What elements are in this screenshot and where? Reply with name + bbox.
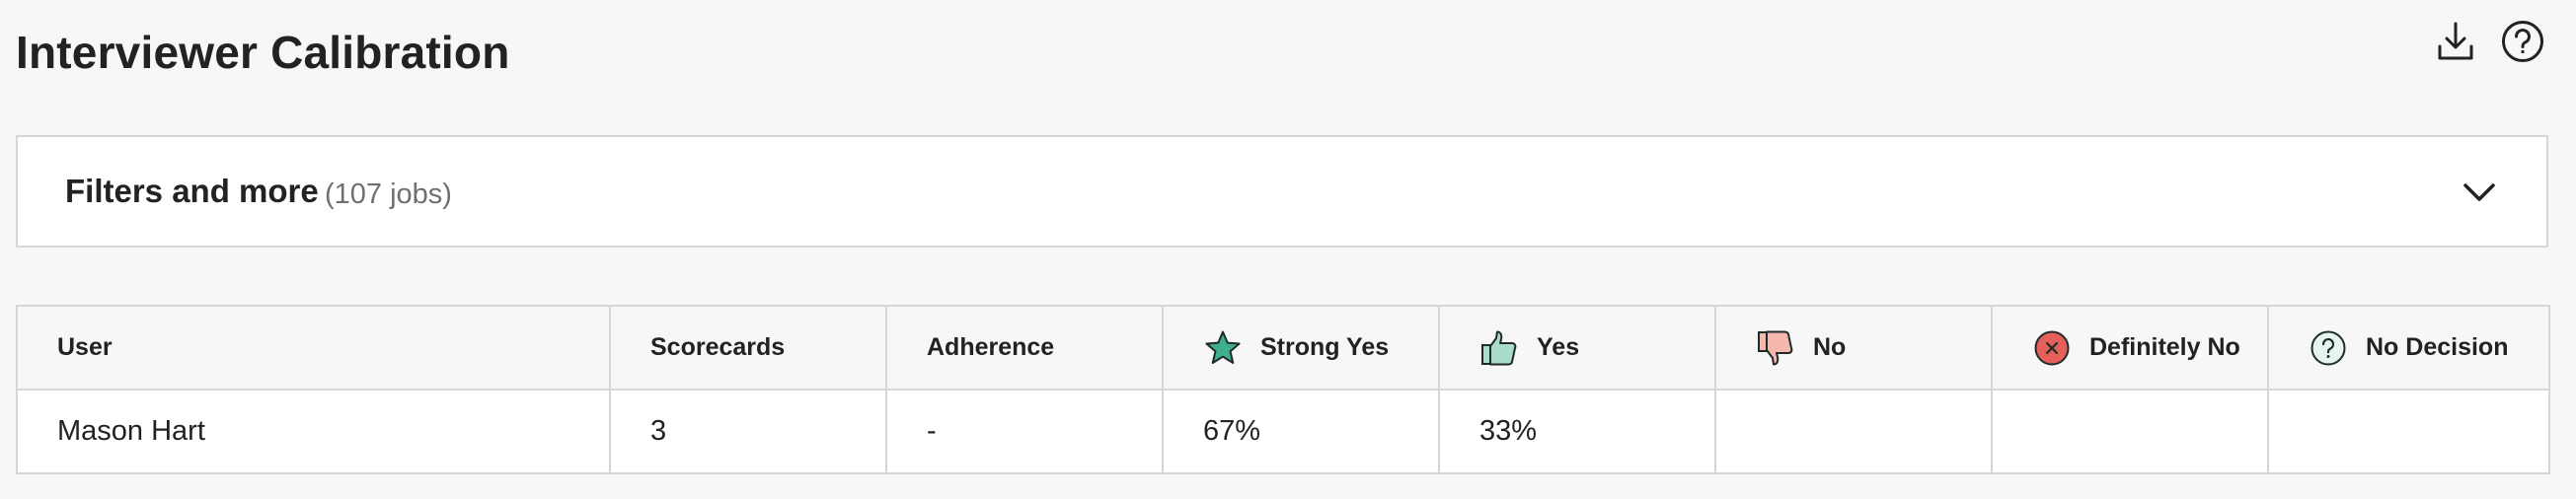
column-header-yes[interactable]: Yes	[1439, 307, 1716, 391]
chevron-down-icon[interactable]	[2460, 173, 2499, 212]
thumbs-down-icon	[1756, 328, 1795, 368]
cell-adherence: -	[886, 390, 1164, 472]
cell-yes: 33%	[1439, 390, 1716, 472]
column-header-label: Strong Yes	[1260, 333, 1390, 361]
column-header-label: Definitely No	[2089, 333, 2240, 361]
column-header-user[interactable]: User	[18, 307, 611, 391]
column-header-label: Scorecards	[650, 333, 786, 361]
column-header-label: User	[57, 333, 113, 361]
cell-no	[1715, 390, 1993, 472]
x-circle-icon	[2032, 328, 2072, 368]
table-header-row: User Scorecards Adherence Strong Yes Yes…	[18, 307, 2548, 391]
cell-definitely-no	[1992, 390, 2269, 472]
column-header-label: Adherence	[927, 333, 1055, 361]
filters-panel[interactable]: Filters and more (107 jobs)	[16, 135, 2548, 248]
thumbs-up-icon	[1479, 328, 1519, 368]
filters-job-count: (107 jobs)	[325, 178, 452, 210]
help-icon[interactable]	[2501, 20, 2544, 63]
column-header-label: No	[1813, 333, 1847, 361]
header-actions	[2434, 20, 2544, 63]
cell-strong-yes: 67%	[1163, 390, 1440, 472]
column-header-scorecards[interactable]: Scorecards	[610, 307, 887, 391]
column-header-label: No Decision	[2366, 333, 2509, 361]
table-row: Mason Hart 3 - 67% 33%	[18, 390, 2548, 472]
filters-title: Filters and more	[65, 173, 319, 209]
column-header-definitely-no[interactable]: Definitely No	[1992, 307, 2269, 391]
question-circle-icon	[2309, 328, 2348, 368]
calibration-table: User Scorecards Adherence Strong Yes Yes…	[16, 305, 2550, 474]
column-header-label: Yes	[1537, 333, 1580, 361]
star-icon	[1203, 328, 1243, 368]
cell-user[interactable]: Mason Hart	[18, 390, 611, 472]
cell-scorecards: 3	[610, 390, 887, 472]
column-header-strong-yes[interactable]: Strong Yes	[1163, 307, 1440, 391]
column-header-adherence[interactable]: Adherence	[886, 307, 1164, 391]
column-header-no[interactable]: No	[1715, 307, 1993, 391]
download-icon[interactable]	[2434, 20, 2477, 63]
column-header-no-decision[interactable]: No Decision	[2268, 307, 2548, 391]
page-title: Interviewer Calibration	[16, 27, 510, 78]
cell-no-decision	[2268, 390, 2548, 472]
